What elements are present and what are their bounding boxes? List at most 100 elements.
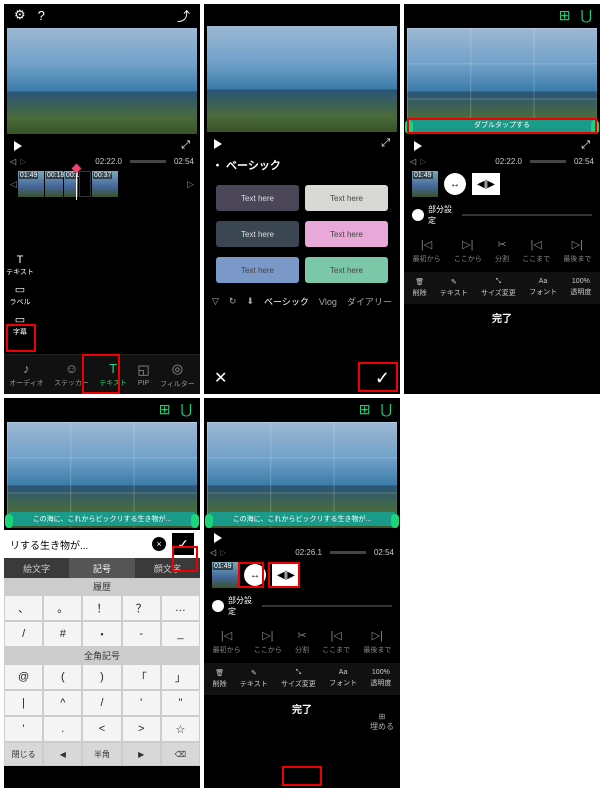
range-here[interactable]: ▷|ここから: [254, 629, 282, 655]
key[interactable]: ・: [82, 621, 121, 647]
fullscreen-icon[interactable]: ⤢: [381, 137, 390, 150]
edit-resize[interactable]: ⤡サイズ変更: [481, 278, 516, 298]
range-end[interactable]: ▷|最後まで: [363, 629, 391, 655]
style-chip[interactable]: Text here: [305, 185, 388, 211]
range-end[interactable]: ▷|最後まで: [563, 238, 591, 264]
download-icon[interactable]: ⬇: [246, 296, 254, 307]
key[interactable]: |: [4, 690, 43, 716]
caption-overlay[interactable]: この海に、これからビックリする生き物が...: [209, 512, 395, 526]
redo-icon[interactable]: ▷: [20, 157, 26, 166]
play-icon[interactable]: [214, 139, 222, 149]
tab-filter[interactable]: ◎フィルター: [160, 361, 195, 389]
edit-resize[interactable]: ⤡サイズ変更: [281, 669, 316, 689]
move-handle[interactable]: ↔: [444, 173, 466, 195]
edit-text[interactable]: ✎テキスト: [240, 669, 268, 689]
help-icon[interactable]: ?: [38, 8, 45, 23]
export-icon[interactable]: ⤴: [177, 6, 190, 25]
handle-right[interactable]: [391, 514, 399, 528]
scrubber[interactable]: [530, 160, 566, 163]
redo-icon[interactable]: ▷: [420, 157, 426, 166]
style-chip[interactable]: Text here: [216, 257, 299, 283]
range-here[interactable]: ▷|ここから: [454, 238, 482, 264]
recent-icon[interactable]: ↻: [229, 296, 237, 307]
kbd-tab-symbol[interactable]: 記号: [69, 558, 134, 578]
range-split[interactable]: ✂分割: [295, 629, 309, 655]
trim-handle[interactable]: ◀|▶: [472, 173, 500, 195]
key[interactable]: ': [4, 716, 43, 742]
key[interactable]: #: [43, 621, 82, 647]
fullscreen-icon[interactable]: ⤢: [181, 139, 190, 152]
handle-left[interactable]: [205, 514, 213, 528]
key[interactable]: ☆: [161, 716, 200, 742]
key[interactable]: 、: [4, 595, 43, 621]
done-button[interactable]: 完了: [404, 304, 600, 331]
cat-basic[interactable]: ベーシック: [264, 295, 309, 308]
style-chip[interactable]: Text here: [305, 221, 388, 247]
key[interactable]: @: [4, 664, 43, 690]
kbd-left[interactable]: ◀: [43, 742, 82, 766]
kbd-delete[interactable]: ⌫: [161, 742, 200, 766]
play-icon[interactable]: [414, 141, 422, 151]
key[interactable]: ！: [82, 595, 121, 621]
key[interactable]: /: [4, 621, 43, 647]
fullscreen-icon[interactable]: ⤢: [581, 139, 590, 152]
magnet-icon[interactable]: ⋃: [181, 401, 192, 418]
grid-icon[interactable]: ⊞: [359, 401, 371, 418]
key[interactable]: ？: [122, 595, 161, 621]
grid-icon[interactable]: ⊞: [559, 7, 571, 24]
magnet-icon[interactable]: ⋃: [381, 401, 392, 418]
undo-icon[interactable]: ◁: [10, 157, 16, 166]
scrubber[interactable]: [130, 160, 166, 163]
undo-icon[interactable]: ◁: [410, 157, 416, 166]
partial-toggle[interactable]: [412, 209, 424, 221]
undo-icon[interactable]: ◁: [210, 548, 216, 557]
fill-button[interactable]: ⊞埋める: [370, 712, 394, 732]
close-icon[interactable]: ✕: [214, 368, 227, 388]
handle-left[interactable]: [5, 514, 13, 528]
key[interactable]: .: [43, 716, 82, 742]
key[interactable]: >: [122, 716, 161, 742]
style-chip[interactable]: Text here: [216, 221, 299, 247]
key[interactable]: 」: [161, 664, 200, 690]
key[interactable]: <: [82, 716, 121, 742]
text-input[interactable]: リする生き物が...: [10, 537, 88, 552]
range-to[interactable]: |◁ここまで: [522, 238, 550, 264]
range-start[interactable]: |◁最初から: [213, 629, 241, 655]
key[interactable]: …: [161, 595, 200, 621]
key[interactable]: 。: [43, 595, 82, 621]
clip-slider[interactable]: 01:49 ↔ ◀|▶: [404, 168, 600, 200]
key[interactable]: _: [161, 621, 200, 647]
key[interactable]: /: [82, 690, 121, 716]
key[interactable]: ): [82, 664, 121, 690]
edit-opacity[interactable]: 100%透明度: [370, 669, 391, 689]
kbd-tab-emoji[interactable]: 絵文字: [4, 558, 69, 578]
clip-slider[interactable]: 01:49 ↔ ◀|▶: [204, 559, 400, 591]
tab-audio[interactable]: ♪オーディオ: [9, 361, 44, 388]
style-chip[interactable]: Text here: [216, 185, 299, 211]
edit-text[interactable]: ✎テキスト: [440, 278, 468, 298]
settings-icon[interactable]: ⚙: [14, 7, 26, 23]
edit-opacity[interactable]: 100%透明度: [570, 278, 591, 298]
redo-icon[interactable]: ▷: [220, 548, 226, 557]
range-start[interactable]: |◁最初から: [413, 238, 441, 264]
style-chip[interactable]: Text here: [305, 257, 388, 283]
timeline-clips[interactable]: ◁ 01:49 00:18 00:10 00:37 ▷: [4, 168, 200, 200]
bookmark-icon[interactable]: ▽: [212, 296, 219, 307]
handle-right[interactable]: [191, 514, 199, 528]
magnet-icon[interactable]: ⋃: [581, 7, 592, 24]
key[interactable]: 「: [122, 664, 161, 690]
play-icon[interactable]: [214, 533, 222, 543]
key[interactable]: ': [122, 690, 161, 716]
key[interactable]: (: [43, 664, 82, 690]
kbd-close[interactable]: 閉じる: [4, 742, 43, 766]
edit-delete[interactable]: 🗑削除: [413, 278, 427, 298]
key[interactable]: -: [122, 621, 161, 647]
kbd-half[interactable]: 半角: [82, 742, 121, 766]
cat-diary[interactable]: ダイアリー: [347, 295, 392, 308]
key[interactable]: ^: [43, 690, 82, 716]
play-icon[interactable]: [14, 141, 22, 151]
range-to[interactable]: |◁ここまで: [322, 629, 350, 655]
key[interactable]: ": [161, 690, 200, 716]
edit-delete[interactable]: 🗑削除: [213, 669, 227, 689]
side-label[interactable]: ▭ラベル: [10, 283, 31, 307]
